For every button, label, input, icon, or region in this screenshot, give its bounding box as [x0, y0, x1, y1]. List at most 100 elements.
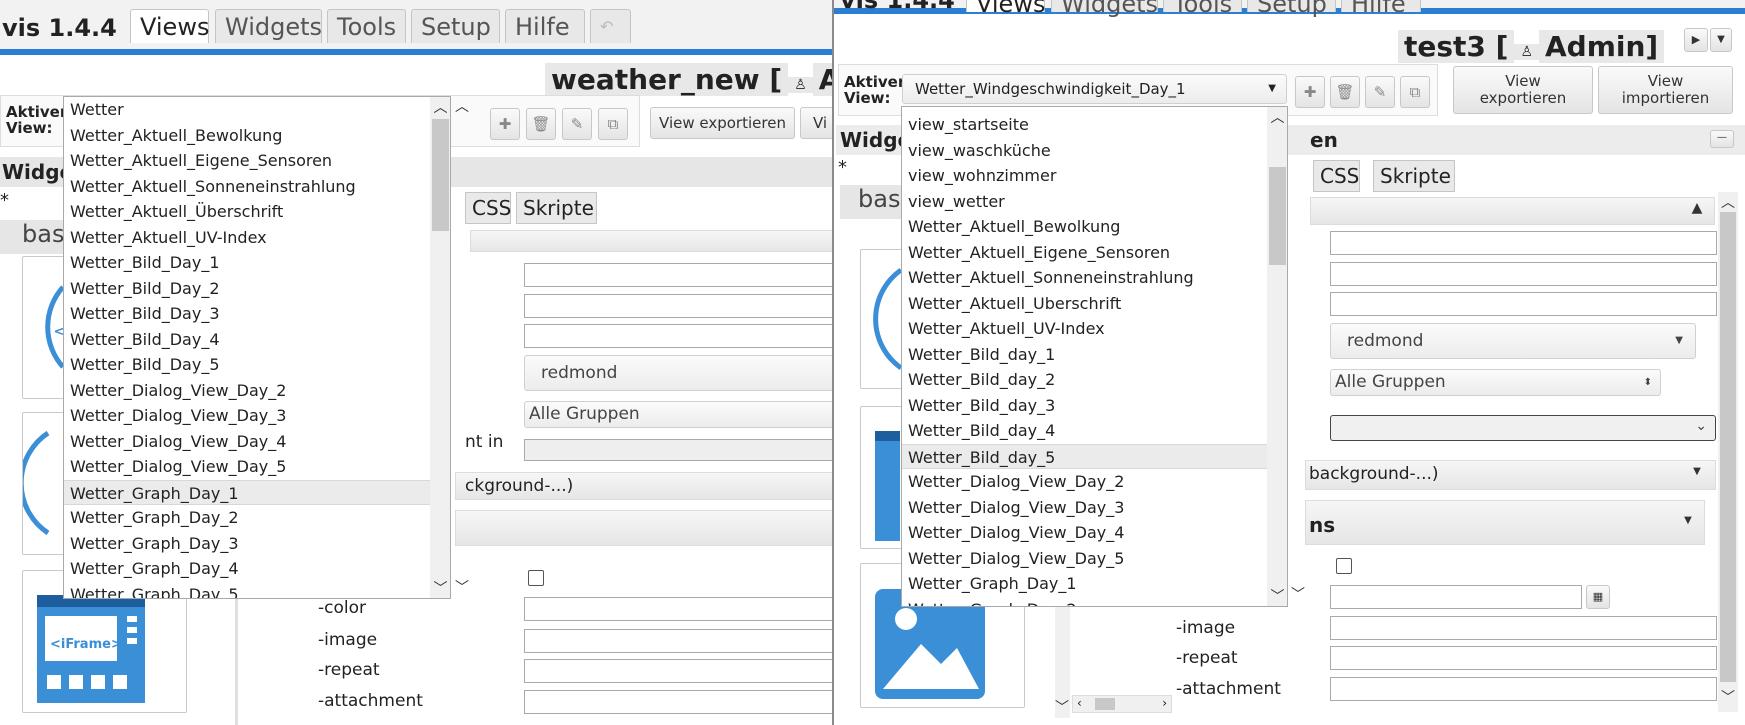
right-dropdown-option[interactable]: Wetter_Aktuell_Sonneneinstrahlung	[902, 265, 1268, 291]
right-background-caret-icon[interactable]: ▼	[1685, 466, 1709, 477]
right-dropdown-option[interactable]: Wetter_Bild_day_2	[902, 367, 1268, 393]
right-dropdown-option[interactable]: Wetter_Graph_Day_1	[902, 571, 1268, 597]
left-dropdown-option[interactable]: Wetter_Graph_Day_5	[64, 582, 430, 599]
right-rename-view-button[interactable]: ✎	[1365, 76, 1395, 108]
left-dropdown-option[interactable]: Wetter_Bild_Day_4	[64, 327, 430, 353]
chevron-right-icon[interactable]: ›	[1162, 696, 1167, 710]
right-prop-image-field[interactable]	[1330, 616, 1717, 640]
right-dropdown-option[interactable]: Wetter_Aktuell_Bewolkung	[902, 214, 1268, 240]
right-dropdown-option[interactable]: Wetter_Bild_day_5	[902, 443, 1268, 469]
left-add-view-button[interactable]: ✚	[490, 108, 520, 140]
left-rename-view-button[interactable]: ✎	[562, 108, 592, 140]
right-dropdown-option[interactable]: Wetter_Aktuell_Eigene_Sensoren	[902, 240, 1268, 266]
right-dropdown-option[interactable]: view_waschküche	[902, 138, 1268, 164]
left-dropdown-option[interactable]: Wetter_Graph_Day_3	[64, 531, 430, 557]
left-prop-field-2[interactable]	[524, 294, 835, 318]
right-tab-tools[interactable]: Tools	[1163, 0, 1242, 18]
right-empty-select[interactable]: ⌄	[1330, 415, 1716, 441]
left-dropdown-option[interactable]: Wetter_Graph_Day_4	[64, 556, 430, 582]
play-icon[interactable]: ▶	[1684, 28, 1708, 52]
left-group-select[interactable]: Alle Gruppen	[524, 401, 835, 428]
right-dropdown-option[interactable]: view_startseite	[902, 112, 1268, 138]
right-view-dropdown-list[interactable]: view_startseite view_waschküche view_wohnz…	[901, 106, 1288, 607]
left-panel-chevron-up-icon[interactable]: ︿	[452, 96, 472, 116]
right-prop-attachment-field[interactable]	[1330, 677, 1717, 701]
left-view-dropdown-list[interactable]: Wetter Wetter_Aktuell_Bewolkung Wetter_Akt…	[63, 96, 451, 599]
right-props-scroll-down-icon[interactable]: ﹀	[1718, 687, 1738, 707]
left-filter-input[interactable]: *	[0, 190, 60, 212]
left-dropdown-option[interactable]: Wetter_Aktuell_Überschrift	[64, 199, 430, 225]
left-prop-color-field[interactable]	[524, 597, 835, 621]
right-collapse-button[interactable]: —	[1710, 130, 1734, 148]
chevron-up-icon[interactable]: ︿	[430, 97, 450, 117]
left-import-view-button[interactable]: Vi	[800, 107, 835, 139]
right-dropdown-option[interactable]: Wetter_Dialog_View_Day_2	[902, 469, 1268, 495]
left-prop-image-field[interactable]	[524, 629, 835, 653]
left-tab-hilfe[interactable]: Hilfe	[505, 9, 585, 43]
right-copy-view-button[interactable]: ⧉	[1400, 76, 1430, 108]
left-dropdown-option[interactable]: Wetter_Bild_Day_5	[64, 352, 430, 378]
right-tab-widgets[interactable]: Widgets	[1051, 0, 1158, 18]
right-tab-hilfe[interactable]: Hilfe	[1341, 0, 1421, 18]
right-dropdown-option[interactable]: Wetter_Bild_day_1	[902, 342, 1268, 368]
right-props-scroll-up-icon[interactable]: ︿	[1718, 192, 1738, 212]
right-prop-field-3[interactable]	[1330, 292, 1717, 316]
left-copy-view-button[interactable]: ⧉	[598, 108, 628, 140]
left-dropdown-option[interactable]: Wetter_Aktuell_UV-Index	[64, 225, 430, 251]
right-prop-field-1[interactable]	[1330, 231, 1717, 255]
right-props-scroll-thumb[interactable]	[1720, 212, 1736, 682]
left-checkbox[interactable]	[528, 570, 544, 586]
right-dropdown-scrollbar[interactable]: ︿ ﹀	[1267, 107, 1287, 606]
right-dropdown-option[interactable]: Wetter_Bild_day_3	[902, 393, 1268, 419]
left-dropdown-option[interactable]: Wetter	[64, 97, 430, 123]
color-picker-icon[interactable]: ▦	[1586, 585, 1610, 609]
left-dropdown-option[interactable]: Wetter_Bild_Day_3	[64, 301, 430, 327]
left-mount-field[interactable]	[524, 439, 835, 461]
left-prop-attachment-field[interactable]	[524, 690, 835, 714]
left-tab-tools[interactable]: Tools	[327, 9, 406, 43]
right-color-field[interactable]	[1330, 585, 1582, 609]
right-dropdown-option[interactable]: Wetter_Aktuell_UV-Index	[902, 316, 1268, 342]
right-dropdown-option[interactable]: Wetter_Dialog_View_Day_4	[902, 520, 1268, 546]
right-widget-set[interactable]: bas	[840, 185, 910, 219]
right-tab-views[interactable]: Views	[966, 0, 1045, 18]
right-props-collapse-icon[interactable]: ▲	[1685, 200, 1709, 216]
right-dropdown-option[interactable]: Wetter_Dialog_View_Day_3	[902, 495, 1268, 521]
left-dropdown-option[interactable]: Wetter_Dialog_View_Day_2	[64, 378, 430, 404]
left-theme-select[interactable]: redmond	[524, 355, 835, 391]
right-dropdown-scroll-thumb[interactable]	[1269, 167, 1286, 265]
right-add-view-button[interactable]: ✚	[1295, 76, 1325, 108]
right-dropdown-option[interactable]: Wetter_Aktuell_Uberschrift	[902, 291, 1268, 317]
left-dropdown-scrollbar[interactable]: ︿ ﹀	[430, 97, 450, 598]
right-widget-scroll-down-icon[interactable]: ﹀	[1053, 697, 1071, 717]
left-tab-setup[interactable]: Setup	[411, 9, 500, 43]
left-prop-field-3[interactable]	[524, 324, 835, 348]
left-dropdown-option[interactable]: Wetter_Dialog_View_Day_5	[64, 454, 430, 480]
right-dropdown-option[interactable]: Wetter_Graph_Day_2	[902, 597, 1268, 607]
right-prop-field-2[interactable]	[1330, 262, 1717, 286]
left-dropdown-option[interactable]: Wetter_Aktuell_Sonneneinstrahlung	[64, 174, 430, 200]
left-tab-views[interactable]: Views	[130, 9, 209, 43]
left-tab-widgets[interactable]: Widgets	[215, 9, 322, 43]
left-prop-field-1[interactable]	[524, 263, 835, 287]
left-prop-repeat-field[interactable]	[524, 659, 835, 683]
right-dropdown-option[interactable]: Wetter_Dialog_View_Day_5	[902, 546, 1268, 572]
chevron-down-icon[interactable]: ﹀	[430, 578, 450, 598]
right-checkbox[interactable]	[1336, 558, 1352, 574]
right-tab-setup[interactable]: Setup	[1247, 0, 1336, 18]
left-tab-css[interactable]: CSS	[465, 192, 511, 224]
left-dropdown-option[interactable]: Wetter_Graph_Day_1	[64, 479, 430, 505]
right-theme-select[interactable]: redmond ▼	[1330, 323, 1696, 359]
right-dropdown-option[interactable]: Wetter_Bild_day_4	[902, 418, 1268, 444]
right-import-view-button[interactable]: View importieren	[1598, 66, 1733, 114]
right-tab-css[interactable]: CSS	[1313, 160, 1360, 192]
right-panel-chevron-down-icon[interactable]: ﹀	[1288, 584, 1308, 604]
right-active-view-select[interactable]: Wetter_Windgeschwindigkeit_Day_1 ▼	[902, 74, 1287, 104]
right-section2-caret-icon[interactable]: ▼	[1676, 515, 1700, 526]
left-tab-skripte[interactable]: Skripte	[516, 192, 597, 224]
left-panel-chevron-down-icon[interactable]: ﹀	[452, 577, 472, 597]
right-group-select[interactable]: Alle Gruppen ⬍	[1330, 369, 1661, 396]
chevron-left-icon[interactable]: ‹	[1077, 696, 1082, 710]
left-export-view-button[interactable]: View exportieren	[650, 107, 795, 139]
right-hscroll-thumb[interactable]	[1095, 698, 1115, 710]
